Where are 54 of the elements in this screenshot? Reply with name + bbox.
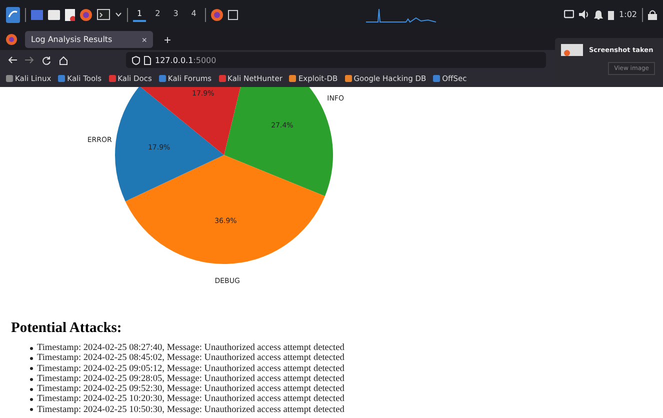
bookmark-icon [433,75,440,82]
shield-icon [132,56,140,64]
window-icon[interactable] [31,10,43,20]
bullet-icon [30,356,33,360]
bookmark-icon [158,75,166,82]
graph-drawing [366,6,436,22]
caret-icon[interactable] [115,12,122,17]
bookmark-icon [218,75,226,82]
workspace-button[interactable]: 2 [151,7,164,22]
attack-entry: Timestamp: 2024-02-25 08:27:40, Message: Unauthorized access attempt detected [37,343,344,354]
workspace-button[interactable]: 3 [169,7,182,22]
bullet-icon [30,398,33,402]
browser-icon[interactable] [211,8,224,20]
document-icon[interactable] [65,8,75,20]
bookmark-icon [108,75,116,82]
attack-entry: Timestamp: 2024-02-25 08:45:02, Message: Unauthorized access attempt detected [37,353,344,364]
bullet-icon [30,346,33,350]
attack-entry: Timestamp: 2024-02-25 10:50:30, Message: Unauthorized access attempt detected [37,404,344,416]
bookmark-icon [289,75,296,82]
home-icon[interactable] [59,56,68,64]
bookmark-icon [58,75,66,82]
new-tab-button[interactable]: + [161,32,174,46]
browser-tab[interactable]: Log Analysis Results × [25,31,153,48]
bookmark-icon [6,75,13,82]
close-tab-button[interactable]: × [142,34,147,44]
bookmark-icon [344,75,352,82]
url-text: 127.0.0.1:5000 [155,56,216,64]
monitor-icon[interactable] [564,10,574,19]
menu-icon[interactable] [6,6,20,22]
clock-text: 1:02 [619,10,637,19]
screenshot-thumbnail-icon [561,44,583,56]
back-icon[interactable] [8,56,17,64]
bullet-icon [30,408,33,412]
reload-icon[interactable] [42,56,51,64]
attack-entry: Timestamp: 2024-02-25 09:52:30, Message: Unauthorized access attempt detected [37,384,344,394]
browser-icon[interactable] [80,8,92,20]
lock-icon[interactable] [648,10,657,20]
bullet-icon [30,367,33,370]
workspace-button[interactable]: 4 [187,7,200,22]
address-bar[interactable]: 127.0.0.1:5000 [126,52,546,68]
attack-entry: Timestamp: 2024-02-25 09:05:12, Message: Unauthorized access attempt detected [37,364,344,374]
section-heading: Potential Attacks: [11,320,122,337]
attack-entry: Timestamp: 2024-02-25 10:20:30, Message: Unauthorized access attempt detected [37,394,344,405]
speaker-icon[interactable] [579,10,590,19]
battery-icon[interactable] [608,10,614,20]
bullet-icon [30,378,33,381]
forward-icon[interactable] [25,56,34,64]
tab-title: Log Analysis Results [31,35,114,44]
attack-entry: Timestamp: 2024-02-25 09:28:05, Message: Unauthorized access attempt detected [37,374,344,384]
bell-icon[interactable] [594,10,604,20]
workspace-button[interactable]: 1 [133,7,146,22]
page-icon [144,56,151,64]
browser-icon[interactable] [6,34,17,45]
bullet-icon [30,388,33,391]
